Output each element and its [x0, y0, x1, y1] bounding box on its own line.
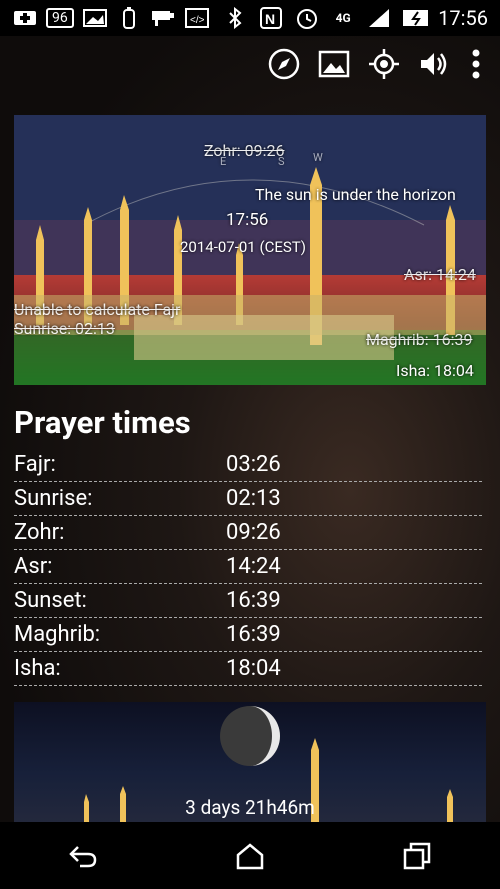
prayer-time: 03:26	[226, 452, 281, 477]
prayer-row-isha: Isha: 18:04	[14, 652, 482, 686]
nfc-icon: N	[258, 7, 284, 29]
navigation-bar	[0, 822, 500, 889]
signal-icon	[366, 8, 392, 28]
prayer-time: 14:24	[226, 554, 281, 579]
home-icon	[236, 842, 264, 869]
prayer-name: Asr:	[14, 554, 53, 579]
home-button[interactable]	[220, 826, 280, 886]
svg-text:N: N	[265, 11, 275, 27]
battery-charging-icon	[402, 8, 429, 28]
mosque-sky-view[interactable]: Zohr: 09:26 E S W The sun is under the h…	[14, 115, 486, 385]
compass-icon[interactable]	[268, 48, 300, 80]
prayer-time: 09:26	[226, 520, 281, 545]
recent-apps-button[interactable]	[387, 826, 447, 886]
prayer-time: 16:39	[226, 588, 281, 613]
network-4g-icon: 4G	[335, 11, 351, 25]
prayer-name: Zohr:	[14, 520, 65, 545]
status-bar: 96 </> N 4G 17:56	[0, 0, 500, 36]
prayer-row-sunrise: Sunrise: 02:13	[14, 482, 482, 516]
sun-status-label: The sun is under the horizon	[255, 185, 456, 204]
prayer-name: Sunset:	[14, 588, 87, 613]
fajr-error-overlay: Unable to calculate Fajr	[14, 300, 181, 319]
action-bar	[0, 36, 500, 92]
current-time-label: 17:56	[226, 210, 269, 230]
prayer-time: 02:13	[226, 486, 281, 511]
isha-overlay: Isha: 18:04	[396, 361, 474, 380]
back-button[interactable]	[53, 826, 113, 886]
plus-icon	[12, 8, 38, 28]
moon-phase-panel[interactable]: 3 days 21h46m	[14, 702, 486, 822]
recent-apps-icon	[403, 842, 430, 869]
prayer-name: Isha:	[14, 656, 61, 681]
prayer-row-maghrib: Maghrib: 16:39	[14, 618, 482, 652]
back-icon	[69, 845, 97, 867]
current-date-label: 2014-07-01 (CEST)	[180, 238, 306, 256]
prayer-times-title: Prayer times	[14, 404, 191, 441]
image-icon[interactable]	[318, 48, 350, 80]
image-icon	[82, 8, 108, 28]
zohr-overlay: Zohr: 09:26	[204, 141, 285, 160]
prayer-row-asr: Asr: 14:24	[14, 550, 482, 584]
prayer-time: 18:04	[226, 656, 281, 681]
bluetooth-icon	[222, 7, 248, 29]
alarm-icon	[294, 8, 320, 29]
volume-icon[interactable]	[418, 48, 450, 80]
asr-overlay: Asr: 14:24	[404, 265, 476, 284]
compass-s-label: S	[278, 155, 285, 168]
cctv-icon	[150, 8, 176, 28]
svg-text:</>: </>	[190, 15, 205, 26]
prayer-times-list: Fajr: 03:26 Sunrise: 02:13 Zohr: 09:26 Asr:…	[14, 448, 482, 686]
location-icon[interactable]	[368, 48, 400, 80]
prayer-name: Sunrise:	[14, 486, 93, 511]
prayer-row-fajr: Fajr: 03:26	[14, 448, 482, 482]
prayer-name: Fajr:	[14, 452, 56, 477]
status-clock: 17:56	[438, 6, 488, 30]
prayer-name: Maghrib:	[14, 622, 101, 647]
overflow-menu-icon[interactable]	[468, 48, 484, 80]
maghrib-overlay: Maghrib: 16:39	[366, 330, 473, 349]
sunrise-overlay: Sunrise: 02:13	[14, 319, 115, 338]
compass-w-label: W	[313, 151, 323, 164]
moon-countdown: 3 days 21h46m	[185, 796, 315, 819]
battery-icon	[116, 7, 142, 29]
prayer-row-sunset: Sunset: 16:39	[14, 584, 482, 618]
prayer-time: 16:39	[226, 622, 281, 647]
code-icon: </>	[184, 8, 210, 28]
battery-level-badge: 96	[46, 8, 74, 28]
compass-e-label: E	[220, 155, 227, 168]
prayer-row-zohr: Zohr: 09:26	[14, 516, 482, 550]
